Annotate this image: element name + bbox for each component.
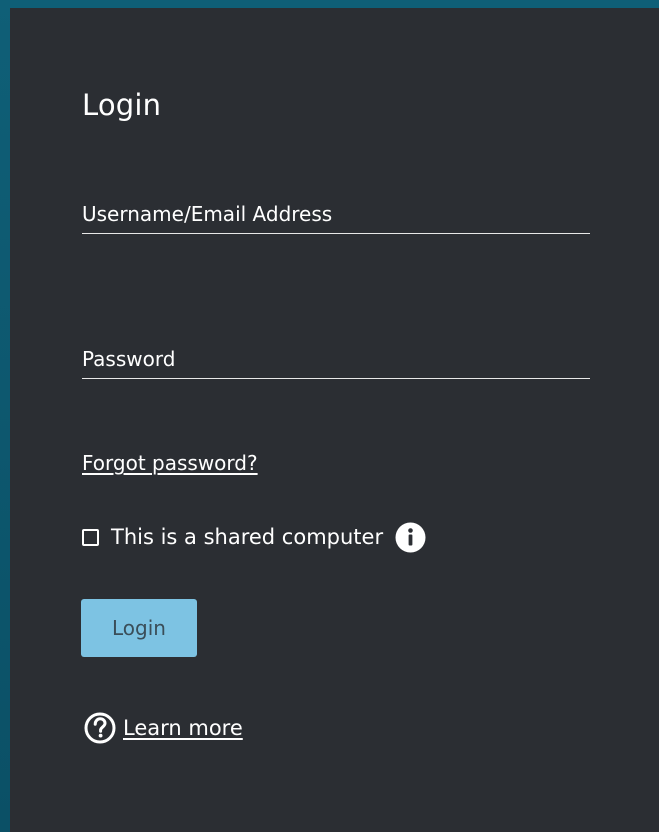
question-circle-icon[interactable]: [83, 711, 117, 745]
info-icon[interactable]: [393, 520, 428, 555]
shared-computer-option: This is a shared computer: [82, 520, 428, 554]
login-button[interactable]: Login: [81, 599, 197, 657]
login-title: Login: [82, 88, 162, 122]
shared-computer-label[interactable]: This is a shared computer: [111, 525, 383, 549]
password-input[interactable]: [82, 339, 590, 379]
shared-computer-checkbox[interactable]: [82, 528, 99, 546]
forgot-password-link[interactable]: Forgot password?: [82, 451, 258, 475]
username-email-input[interactable]: [82, 194, 590, 234]
login-panel: Login Forgot password? This is a shared …: [10, 8, 659, 832]
learn-more-link[interactable]: Learn more: [123, 716, 243, 740]
learn-more-row: Learn more: [83, 711, 243, 745]
